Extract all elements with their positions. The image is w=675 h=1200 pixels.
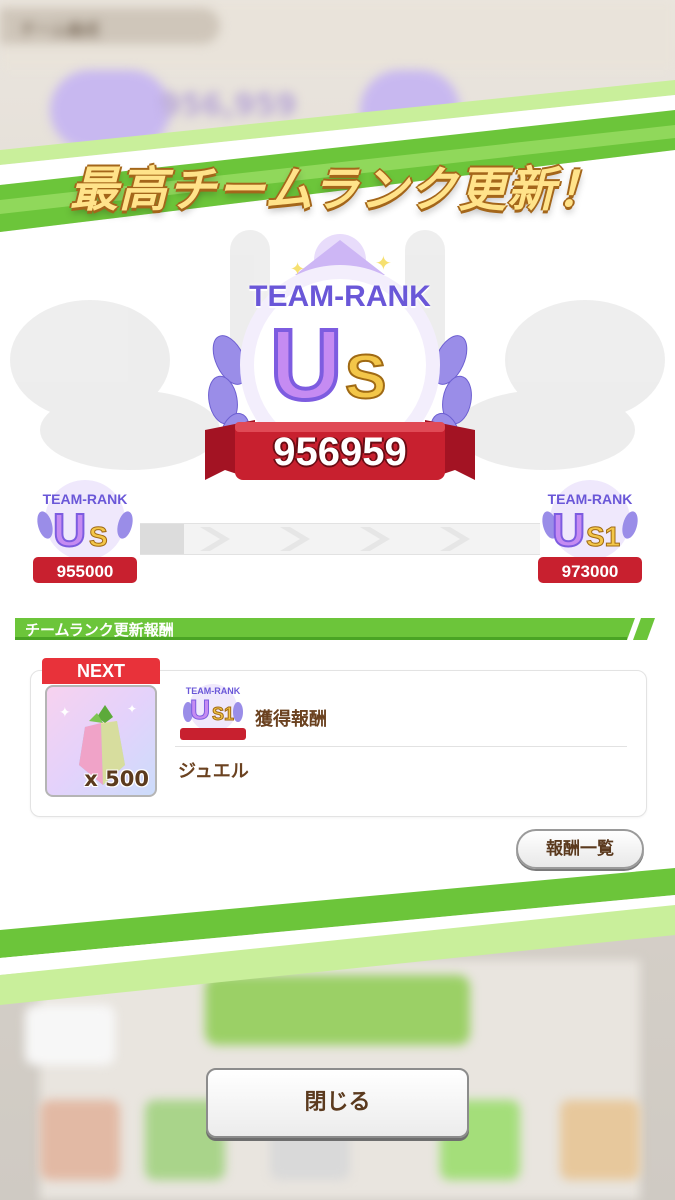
- current-rank-letter: U: [268, 307, 344, 423]
- item-quantity: x 500: [84, 767, 149, 791]
- reward-rank-letter: U: [189, 694, 211, 726]
- reward-section-header: チームランク更新報酬: [15, 618, 655, 640]
- reward-list-button[interactable]: 報酬一覧: [516, 829, 644, 869]
- close-button[interactable]: 閉じる: [206, 1068, 469, 1138]
- svg-text:✦: ✦: [375, 251, 392, 275]
- rank-progress-bar: [140, 523, 540, 555]
- previous-rank-sub: S: [89, 521, 109, 553]
- reward-item-name: ジュエル: [178, 761, 249, 782]
- next-badge: NEXT: [42, 658, 160, 684]
- reward-section-title: チームランク更新報酬: [25, 621, 174, 639]
- reward-rank-label: TEAM-RANK: [185, 686, 241, 696]
- svg-text:✦: ✦: [127, 702, 137, 716]
- previous-rank-emblem: TEAM-RANK U S 955000: [25, 475, 145, 585]
- svg-text:✦: ✦: [59, 705, 71, 721]
- current-rank-sub: S: [344, 342, 387, 413]
- next-rank-label: TEAM-RANK: [547, 491, 633, 507]
- next-rank-sub: S1: [585, 521, 621, 553]
- previous-rank-score: 955000: [56, 562, 114, 581]
- headline-rank-updated: 最高チームランク更新！: [69, 162, 606, 218]
- acquired-reward-label: 獲得報酬: [255, 709, 327, 730]
- next-rank-score: 973000: [561, 562, 619, 581]
- next-rank-letter: U: [551, 503, 586, 557]
- current-rank-score: 956959: [273, 430, 407, 474]
- current-rank-emblem: ✦ ✦ TEAM-RANK U S 956959: [195, 230, 485, 500]
- reward-rank-sub: S1: [211, 704, 235, 725]
- jewel-item-icon[interactable]: ✦ ✦ x 500: [45, 685, 157, 797]
- next-rank-emblem: TEAM-RANK U S1 973000: [530, 475, 650, 585]
- progress-chevrons: [200, 527, 470, 551]
- reward-divider: [175, 746, 627, 747]
- reward-rank-badge: TEAM-RANK U S1: [176, 680, 250, 742]
- previous-rank-letter: U: [52, 503, 87, 557]
